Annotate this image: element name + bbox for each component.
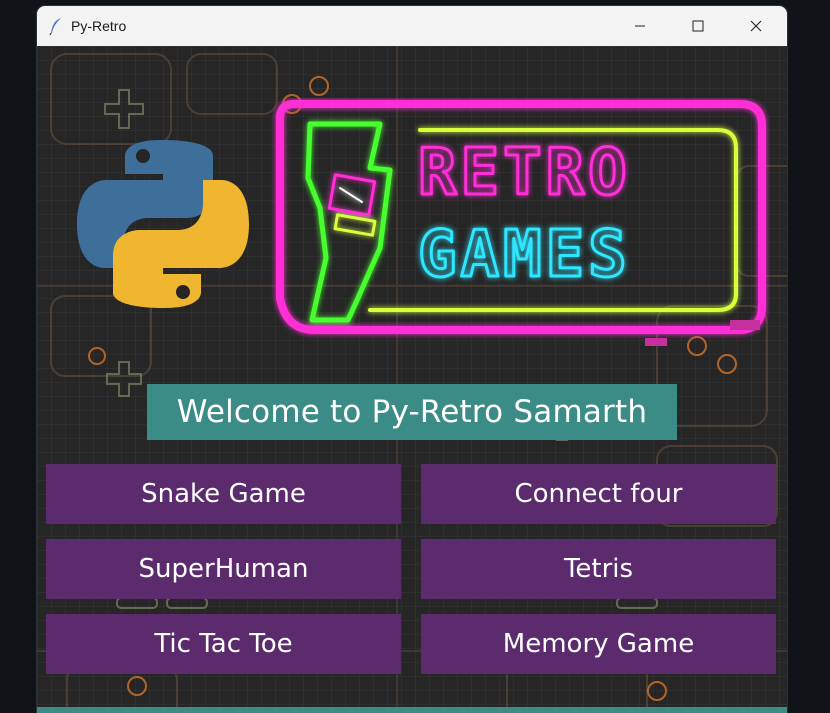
retro-games-neon-sign: RETRO GAMES [276,100,766,346]
sign-retro-text: RETRO [418,136,631,210]
superhuman-button[interactable]: SuperHuman [46,539,401,599]
minimize-button[interactable] [611,6,669,46]
close-icon [750,17,762,36]
tetris-button[interactable]: Tetris [421,539,776,599]
snake-game-button[interactable]: Snake Game [46,464,401,524]
minimize-icon [634,17,646,36]
tic-tac-toe-button[interactable]: Tic Tac Toe [46,614,401,674]
memory-game-button[interactable]: Memory Game [421,614,776,674]
sign-games-text: GAMES [418,218,631,292]
title-bar[interactable]: Py-Retro [37,6,787,46]
feather-icon [49,17,63,35]
bottom-strip [37,707,787,713]
main-canvas: RETRO GAMES Welcome to Py-Retro Samarth … [37,46,787,713]
maximize-icon [692,17,704,36]
connect-four-button[interactable]: Connect four [421,464,776,524]
window-title: Py-Retro [71,18,127,34]
app-window: Py-Retro RETRO GAMES Welcome to Py-Retro… [37,6,787,713]
python-logo [77,140,249,308]
maximize-button[interactable] [669,6,727,46]
close-button[interactable] [727,6,785,46]
welcome-label: Welcome to Py-Retro Samarth [147,384,677,440]
